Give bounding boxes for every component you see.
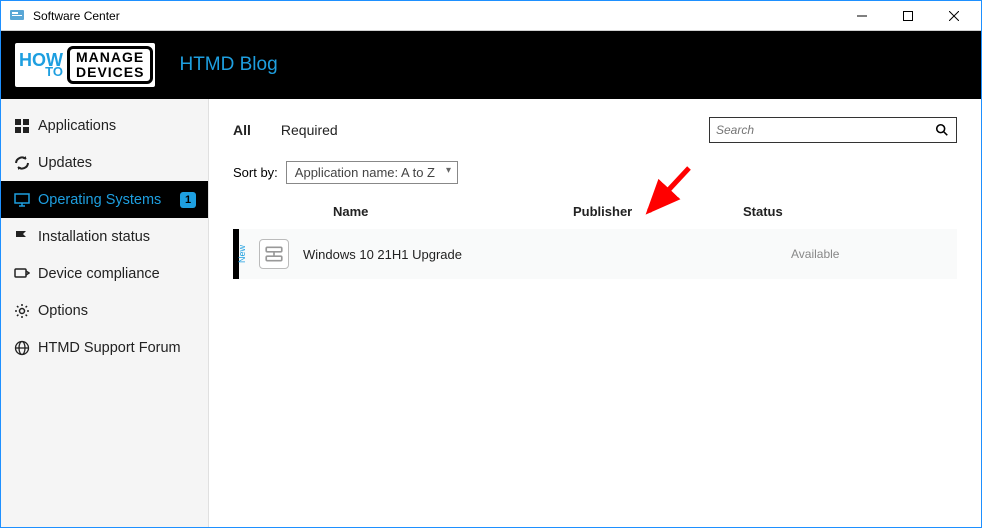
- window-title: Software Center: [33, 9, 839, 23]
- sidebar-item-label: Options: [38, 303, 88, 319]
- column-name: Name: [233, 204, 573, 219]
- header-title: HTMD Blog: [179, 54, 277, 76]
- sidebar-badge: 1: [180, 192, 196, 208]
- row-status: Available: [773, 247, 957, 261]
- logo-left: HOW TO: [17, 53, 65, 78]
- logo-text: DEVICES: [76, 65, 144, 80]
- sidebar-item-support-forum[interactable]: HTMD Support Forum: [1, 329, 208, 366]
- sidebar-item-label: Device compliance: [38, 266, 160, 282]
- sidebar-item-installation-status[interactable]: Installation status: [1, 218, 208, 255]
- logo: HOW TO MANAGE DEVICES: [13, 41, 157, 89]
- refresh-icon: [13, 154, 30, 171]
- sidebar-item-label: Operating Systems: [38, 192, 161, 208]
- list-header: Name Publisher Status: [233, 198, 957, 229]
- titlebar: Software Center: [1, 1, 981, 31]
- list-item[interactable]: New Windows 10 21H1 Upgrade Available: [233, 229, 957, 279]
- minimize-button[interactable]: [839, 2, 885, 30]
- row-name: Windows 10 21H1 Upgrade: [303, 247, 603, 262]
- sidebar-item-label: HTMD Support Forum: [38, 340, 181, 356]
- content: Applications Updates Operating Systems 1…: [1, 99, 981, 527]
- globe-icon: [13, 339, 30, 356]
- sidebar: Applications Updates Operating Systems 1…: [1, 99, 209, 527]
- filter-row: All Required: [233, 117, 957, 143]
- maximize-button[interactable]: [885, 2, 931, 30]
- sort-select[interactable]: Application name: A to Z: [286, 161, 458, 184]
- gear-icon: [13, 302, 30, 319]
- sidebar-item-updates[interactable]: Updates: [1, 144, 208, 181]
- window-controls: [839, 2, 977, 30]
- search-icon[interactable]: [934, 123, 950, 137]
- sidebar-item-label: Applications: [38, 118, 116, 134]
- sidebar-item-device-compliance[interactable]: Device compliance: [1, 255, 208, 292]
- grid-icon: [13, 117, 30, 134]
- sidebar-item-label: Updates: [38, 155, 92, 171]
- sidebar-item-operating-systems[interactable]: Operating Systems 1: [1, 181, 208, 218]
- search-input[interactable]: [716, 123, 934, 137]
- filter-required[interactable]: Required: [281, 122, 338, 138]
- new-badge: New: [237, 245, 251, 263]
- sidebar-item-options[interactable]: Options: [1, 292, 208, 329]
- sidebar-item-applications[interactable]: Applications: [1, 107, 208, 144]
- close-button[interactable]: [931, 2, 977, 30]
- main-panel: All Required Sort by: Application name: …: [209, 99, 981, 527]
- shield-icon: [13, 265, 30, 282]
- filter-all[interactable]: All: [233, 122, 251, 138]
- logo-right: MANAGE DEVICES: [67, 46, 153, 83]
- sidebar-item-label: Installation status: [38, 229, 150, 245]
- monitor-icon: [13, 191, 30, 208]
- sort-label: Sort by:: [233, 165, 278, 180]
- task-sequence-icon: [259, 239, 289, 269]
- sort-selected: Application name: A to Z: [295, 165, 435, 180]
- sort-row: Sort by: Application name: A to Z: [233, 161, 957, 184]
- logo-text: MANAGE: [76, 50, 144, 65]
- search-box[interactable]: [709, 117, 957, 143]
- column-publisher: Publisher: [573, 204, 743, 219]
- header-banner: HOW TO MANAGE DEVICES HTMD Blog: [1, 31, 981, 99]
- flag-icon: [13, 228, 30, 245]
- column-status: Status: [743, 204, 957, 219]
- app-icon: [9, 8, 25, 24]
